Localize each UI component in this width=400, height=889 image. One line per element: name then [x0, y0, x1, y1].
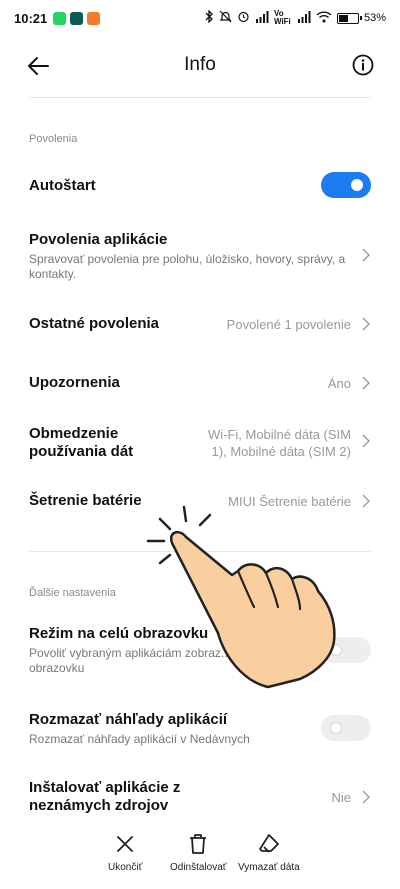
force-stop-label: Ukončiť: [108, 862, 143, 873]
row-other-permissions[interactable]: Ostatné povolenia Povolené 1 povolenie: [29, 315, 371, 335]
uninstall-label: Odinštalovať: [170, 862, 227, 873]
whatsapp-icon: [53, 11, 67, 25]
row-title: Obmedzenie používania dát: [29, 425, 134, 460]
row-data-usage[interactable]: Obmedzenie používania dát Wi-Fi, Mobilné…: [29, 425, 371, 463]
chevron-right-icon: [362, 790, 370, 804]
battery-percent: 53%: [363, 12, 386, 24]
trash-icon: [190, 834, 207, 854]
bluetooth-icon: [204, 9, 214, 26]
row-title: Povolenia aplikácie: [29, 231, 168, 248]
info-circle-icon: [352, 54, 374, 76]
chevron-right-icon: [362, 376, 370, 390]
clear-data-label: Vymazať dáta: [238, 862, 300, 873]
uninstall-button[interactable]: Odinštalovať: [170, 832, 227, 873]
force-stop-button[interactable]: Ukončiť: [108, 832, 142, 873]
row-subtitle: Spravovať povolenia pre polohu, úložisko…: [29, 252, 346, 281]
row-unknown-sources[interactable]: Inštalovať aplikácie z neznámych zdrojov…: [29, 779, 371, 817]
app-icon: [70, 11, 84, 25]
section-label-permissions: Povolenia: [29, 133, 78, 145]
row-title: Inštalovať aplikácie z neznámych zdrojov: [29, 779, 181, 814]
app-icon: [87, 11, 101, 25]
tap-hand-icon: [146, 505, 336, 689]
network-label: Vo WiFi: [273, 9, 291, 26]
row-app-permissions[interactable]: Povolenia aplikácie Spravovať povolenia …: [29, 231, 371, 281]
signal-icon: [255, 10, 269, 26]
toggle-knob: [330, 722, 342, 734]
row-value: Wi-Fi, Mobilné dáta (SIM 1), Mobilné dát…: [207, 427, 351, 459]
close-icon: [117, 836, 134, 852]
section-label-other-settings: Ďalšie nastavenia: [29, 587, 116, 599]
row-title: Rozmazať náhľady aplikácií: [29, 711, 228, 728]
row-notifications[interactable]: Upozornenia Áno: [29, 374, 371, 394]
signal-icon: [297, 10, 311, 26]
chevron-right-icon: [362, 317, 370, 331]
bottom-action-bar: Ukončiť Odinštalovať Vymazať dáta: [0, 828, 400, 889]
mute-icon: [219, 10, 232, 26]
autostart-toggle[interactable]: [321, 172, 371, 198]
row-value: Povolené 1 povolenie: [226, 317, 351, 332]
chevron-right-icon: [362, 494, 370, 508]
alarm-icon: [237, 10, 250, 26]
info-button[interactable]: [352, 54, 374, 76]
chevron-right-icon: [362, 434, 370, 448]
row-title: Upozornenia: [29, 374, 120, 391]
row-autostart[interactable]: Autoštart: [29, 172, 371, 200]
header-divider: [29, 97, 371, 98]
blur-previews-toggle[interactable]: [321, 715, 371, 741]
status-bar: 10:21 Vo WiFi 53%: [0, 0, 400, 36]
row-value: Nie: [331, 790, 351, 805]
row-title: Autoštart: [29, 177, 96, 194]
row-blur-previews[interactable]: Rozmazať náhľady aplikácií Rozmazať náhľ…: [29, 711, 371, 751]
status-time: 10:21: [14, 10, 48, 26]
row-value: Áno: [327, 376, 351, 391]
eraser-icon: [258, 834, 279, 853]
app-header: Info: [0, 40, 400, 92]
chevron-right-icon: [362, 248, 370, 262]
row-subtitle: Rozmazať náhľady aplikácií v Nedávnych: [29, 732, 250, 746]
toggle-knob: [351, 179, 363, 191]
page-title: Info: [184, 54, 216, 75]
clear-data-button[interactable]: Vymazať dáta: [238, 832, 300, 873]
battery-icon: [336, 12, 362, 24]
wifi-icon: [316, 10, 332, 26]
